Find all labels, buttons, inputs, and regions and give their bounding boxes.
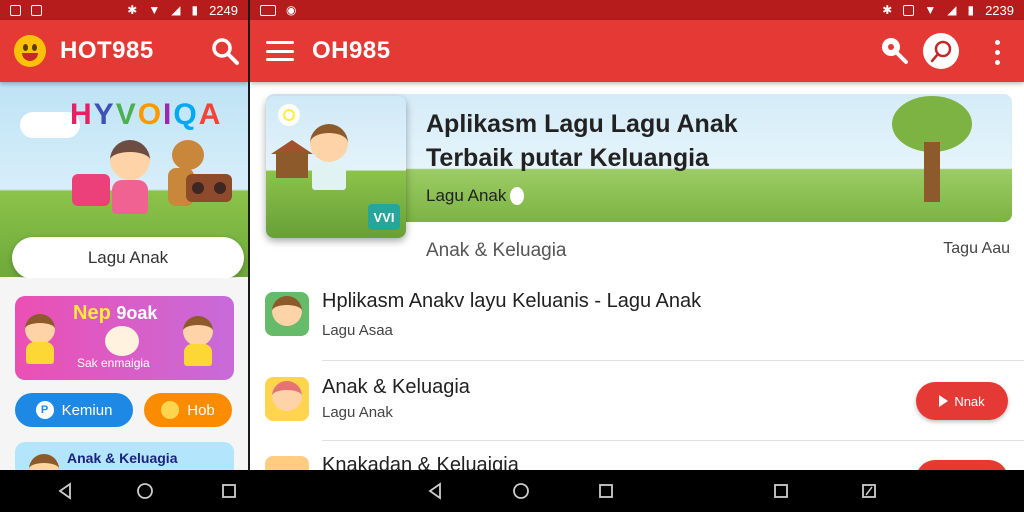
play-button[interactable] (916, 460, 1008, 470)
status-bar: ✱ ▼ ◢ ▮ 2249 (0, 0, 248, 20)
list-item-thumbnail (265, 292, 309, 336)
list-item-title: Hplikasm Anakv layu Keluanis - Lagu Anak (322, 290, 702, 312)
list-item-thumbnail (265, 377, 309, 421)
list-item-subtitle: Lagu Anak (322, 404, 393, 421)
status-time: 2249 (209, 2, 238, 18)
right-app-pane: ◉ ✱ ▼ ◢ ▮ 2239 OH985 Aplikasm Lagu Lagu … (250, 0, 1024, 470)
pin-icon: P (35, 401, 54, 419)
list-item[interactable]: Knakadan & Keluaigia (250, 442, 1024, 470)
speech-bubble-icon (510, 187, 525, 205)
recents-icon[interactable] (220, 482, 238, 500)
featured-card-title: Nep 9oak (73, 302, 158, 324)
app-title: HOT985 (60, 37, 154, 64)
hero-title: HYVOIQA (70, 98, 223, 131)
app-bar: HOT985 (0, 20, 248, 82)
section-more-link[interactable]: Tagu Aau (943, 240, 1010, 262)
banner-title-line1: Aplikasm Lagu Lagu Anak (426, 110, 738, 138)
bluetooth-icon: ✱ (127, 3, 139, 17)
home-icon[interactable] (136, 482, 154, 500)
list-item-title: Knakadan & Keluaigia (322, 454, 519, 470)
kemiun-button[interactable]: P Kemiun (15, 393, 133, 427)
recents-icon[interactable] (597, 482, 615, 500)
play-icon (939, 395, 949, 407)
list-item-subtitle: Lagu Asaa (322, 322, 393, 339)
banner-subtitle: Lagu Anak (426, 186, 525, 206)
back-icon[interactable] (426, 482, 444, 500)
gift-illustration (72, 174, 110, 206)
app-logo-icon (14, 35, 46, 67)
home-icon[interactable] (512, 482, 530, 500)
system-nav-bar (0, 470, 1024, 512)
anak-keluagia-card[interactable]: Anak & Keluagia (15, 442, 234, 470)
play-button[interactable]: Nnak (916, 382, 1008, 420)
section-title: Anak & Keluagia (426, 240, 567, 261)
lagu-anak-button[interactable]: Lagu Anak (12, 237, 244, 279)
screenshot-icon[interactable] (860, 482, 878, 500)
flower-illustration (278, 104, 300, 126)
wifi-icon: ▼ (924, 3, 938, 17)
hob-button[interactable]: Hob (144, 393, 232, 427)
thumbnail-badge: VVI (368, 204, 400, 230)
app-bar: OH985 (250, 20, 1024, 82)
bluetooth-icon: ✱ (882, 3, 894, 17)
vibrate-icon (903, 4, 915, 16)
left-app-pane: ✱ ▼ ◢ ▮ 2249 HOT985 HYVOIQA Lagu Anak Ne… (0, 0, 248, 470)
cast-icon[interactable] (922, 32, 960, 70)
list-item[interactable]: Hplikasm Anakv layu Keluanis - Lagu Anak… (250, 282, 1024, 360)
search-icon[interactable] (210, 36, 240, 66)
list-item[interactable]: Anak & Keluagia Lagu Anak Nnak (250, 362, 1024, 440)
menu-icon[interactable] (266, 41, 294, 61)
radio-illustration (186, 174, 232, 202)
battery-icon: ▮ (191, 3, 200, 17)
notification-icon (10, 4, 21, 16)
wifi-icon: ▼ (148, 3, 162, 17)
recents-icon[interactable] (772, 482, 790, 500)
overflow-menu-icon[interactable] (995, 40, 1000, 65)
app-title: OH985 (312, 37, 391, 64)
list-item-thumbnail (265, 456, 309, 470)
image-notification-icon (31, 4, 42, 16)
list-item-title: Anak & Keluagia (322, 376, 470, 398)
featured-thumbnail[interactable]: VVI (266, 96, 406, 238)
keyboard-icon (260, 4, 276, 16)
signal-icon: ◢ (171, 3, 182, 17)
smiley-icon (161, 401, 180, 419)
search-icon[interactable] (878, 34, 910, 66)
battery-icon: ▮ (967, 3, 976, 17)
back-icon[interactable] (56, 482, 74, 500)
featured-card[interactable]: Nep 9oak Sak enmaigia (15, 296, 234, 380)
featured-card-subtitle: Sak enmaigia (77, 356, 150, 370)
section-header: Anak & Keluagia Tagu Aau (426, 240, 1010, 262)
house-illustration (276, 152, 308, 178)
bear-illustration (172, 140, 204, 170)
status-time: 2239 (985, 2, 1014, 18)
signal-icon: ◢ (947, 3, 958, 17)
sync-icon: ◉ (286, 3, 298, 17)
banner-title-line2: Terbaik putar Keluangia (426, 144, 709, 172)
status-bar: ◉ ✱ ▼ ◢ ▮ 2239 (250, 0, 1024, 20)
